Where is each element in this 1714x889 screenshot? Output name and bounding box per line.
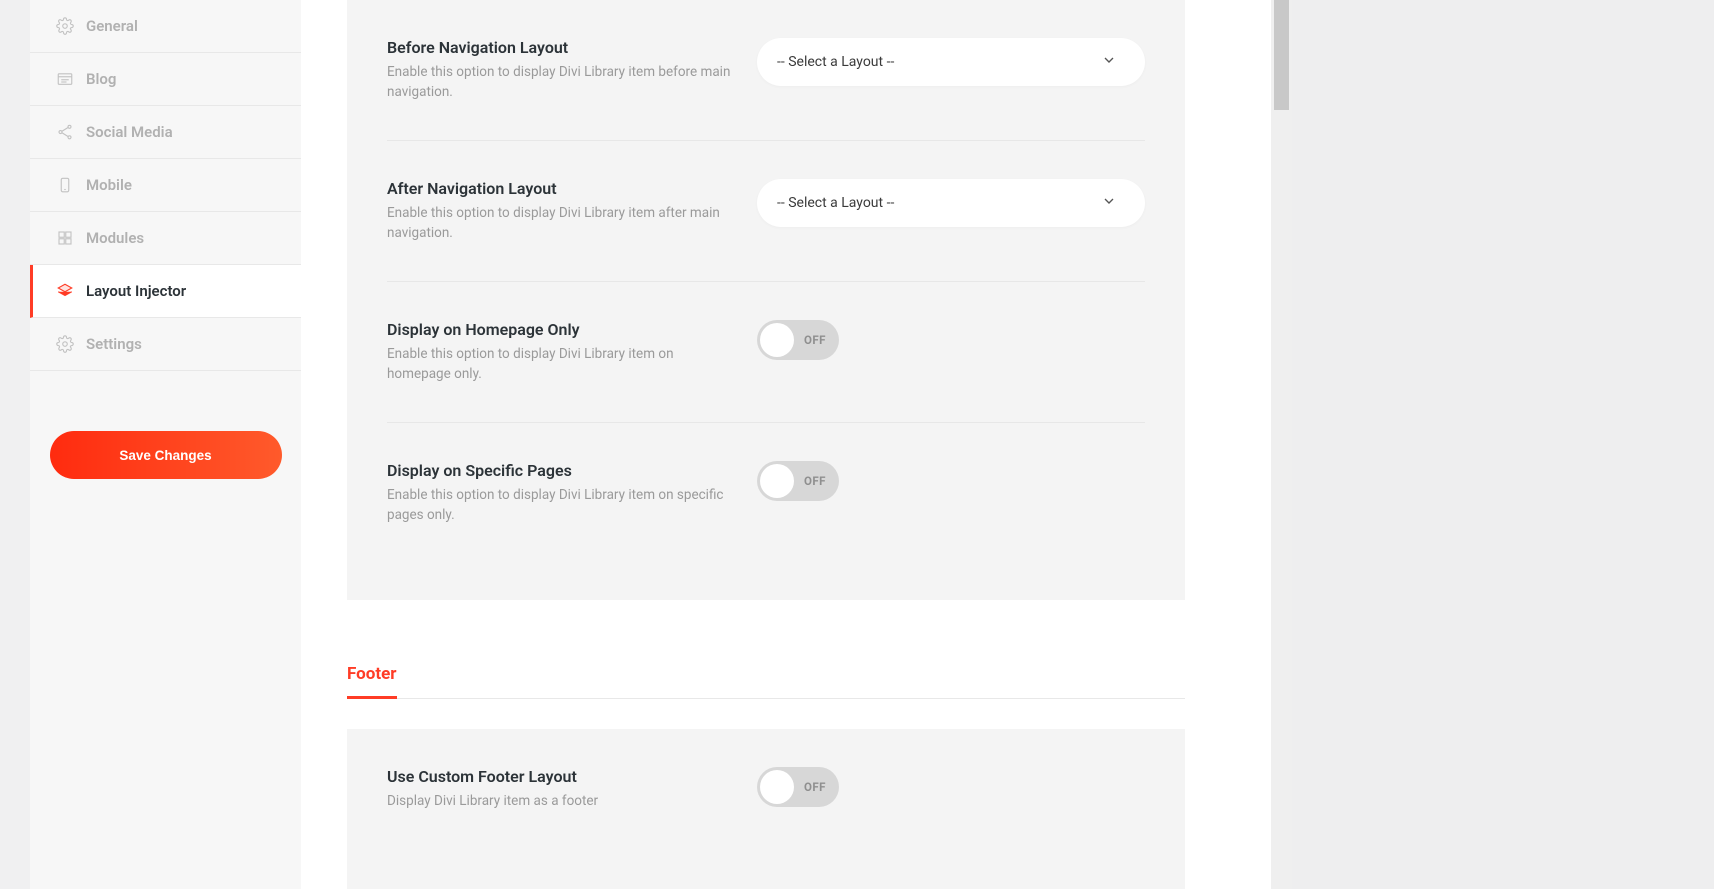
before-nav-layout-select[interactable]: -- Select a Layout -- xyxy=(757,38,1145,86)
sidebar-item-label: Modules xyxy=(86,229,144,247)
main-content: Before Navigation Layout Enable this opt… xyxy=(301,0,1231,889)
setting-desc: Display Divi Library item as a footer xyxy=(387,792,737,812)
gear-icon xyxy=(56,17,74,35)
setting-title: Display on Homepage Only xyxy=(387,320,737,339)
setting-desc: Enable this option to display Divi Libra… xyxy=(387,204,737,243)
use-custom-footer-layout-toggle[interactable]: OFF xyxy=(757,767,839,807)
after-nav-layout-select[interactable]: -- Select a Layout -- xyxy=(757,179,1145,227)
select-value: -- Select a Layout -- xyxy=(777,54,894,70)
toggle-knob xyxy=(760,464,794,498)
setting-title: Use Custom Footer Layout xyxy=(387,767,737,786)
footer-settings-panel: Use Custom Footer Layout Display Divi Li… xyxy=(347,729,1185,889)
gear-icon xyxy=(56,335,74,353)
sidebar-item-label: Blog xyxy=(86,70,116,88)
mobile-icon xyxy=(56,176,74,194)
setting-title: Display on Specific Pages xyxy=(387,461,737,480)
save-changes-button[interactable]: Save Changes xyxy=(50,431,282,479)
sidebar-item-blog[interactable]: Blog xyxy=(30,53,301,106)
chevron-down-icon xyxy=(1101,52,1117,72)
vertical-scrollbar[interactable] xyxy=(1271,0,1292,889)
setting-use-custom-footer-layout: Use Custom Footer Layout Display Divi Li… xyxy=(387,729,1145,850)
setting-desc: Enable this option to display Divi Libra… xyxy=(387,486,737,525)
sidebar-item-modules[interactable]: Modules xyxy=(30,212,301,265)
setting-display-specific-pages: Display on Specific Pages Enable this op… xyxy=(387,423,1145,563)
share-icon xyxy=(56,123,74,141)
setting-after-nav-layout: After Navigation Layout Enable this opti… xyxy=(387,141,1145,282)
modules-icon xyxy=(56,229,74,247)
footer-section-title: Footer xyxy=(347,664,397,699)
setting-before-nav-layout: Before Navigation Layout Enable this opt… xyxy=(387,0,1145,141)
chevron-down-icon xyxy=(1101,193,1117,213)
toggle-knob xyxy=(760,770,794,804)
setting-title: After Navigation Layout xyxy=(387,179,737,198)
sidebar-item-layout-injector[interactable]: Layout Injector xyxy=(30,265,301,318)
content-right-padding xyxy=(1231,0,1271,889)
layers-icon xyxy=(56,282,74,300)
outer-left-gutter xyxy=(0,0,30,889)
setting-desc: Enable this option to display Divi Libra… xyxy=(387,345,737,384)
sidebar-item-label: Mobile xyxy=(86,176,132,194)
toggle-state-label: OFF xyxy=(804,474,826,488)
toggle-state-label: OFF xyxy=(804,780,826,794)
scrollbar-thumb[interactable] xyxy=(1274,0,1289,110)
toggle-knob xyxy=(760,323,794,357)
sidebar-item-general[interactable]: General xyxy=(30,0,301,53)
sidebar-item-label: General xyxy=(86,17,138,35)
sidebar-item-label: Social Media xyxy=(86,123,173,141)
footer-section-header: Footer xyxy=(347,664,1185,699)
display-homepage-only-toggle[interactable]: OFF xyxy=(757,320,839,360)
outer-right-gutter xyxy=(1292,0,1714,889)
sidebar: General Blog Social Media Mobile Modules xyxy=(30,0,301,889)
setting-title: Before Navigation Layout xyxy=(387,38,737,57)
setting-desc: Enable this option to display Divi Libra… xyxy=(387,63,737,102)
sidebar-item-label: Layout Injector xyxy=(86,282,186,300)
blog-icon xyxy=(56,70,74,88)
sidebar-item-settings[interactable]: Settings xyxy=(30,318,301,371)
settings-panel: Before Navigation Layout Enable this opt… xyxy=(347,0,1185,600)
sidebar-item-label: Settings xyxy=(86,335,142,353)
toggle-state-label: OFF xyxy=(804,333,826,347)
select-value: -- Select a Layout -- xyxy=(777,195,894,211)
display-specific-pages-toggle[interactable]: OFF xyxy=(757,461,839,501)
sidebar-item-mobile[interactable]: Mobile xyxy=(30,159,301,212)
setting-display-homepage-only: Display on Homepage Only Enable this opt… xyxy=(387,282,1145,423)
sidebar-item-social-media[interactable]: Social Media xyxy=(30,106,301,159)
